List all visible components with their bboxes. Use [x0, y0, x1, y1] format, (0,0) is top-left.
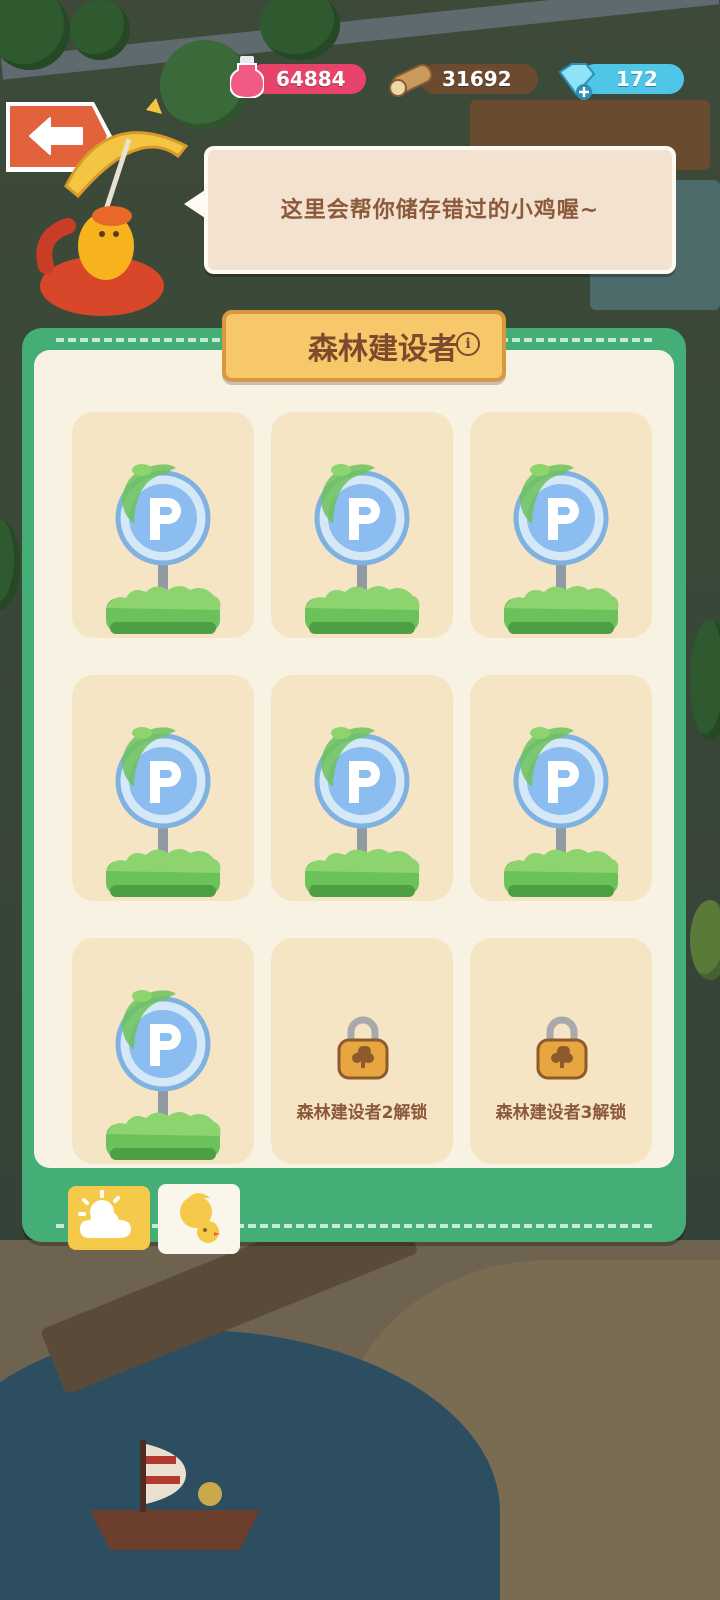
gem-counter: 172 [558, 63, 684, 100]
ship-icon [90, 1440, 260, 1550]
panel-title-tab: 森林建设者 i [222, 310, 506, 382]
lock-icon [534, 1014, 590, 1080]
speech-text: 这里会帮你储存错过的小鸡喔~ [280, 198, 600, 223]
tab-weather[interactable] [68, 1186, 150, 1250]
wood-log-icon [389, 64, 433, 97]
unlock-requirement-label: 森林建设者2解锁 [296, 1103, 428, 1123]
parking-sign-icon [301, 721, 423, 901]
parking-sign-icon [102, 458, 224, 638]
chick-character-icon [36, 98, 189, 316]
chick-icon [180, 1193, 220, 1243]
slot-2[interactable] [271, 412, 453, 638]
slot-7[interactable] [72, 938, 254, 1164]
slot-6[interactable] [470, 675, 652, 901]
lock-icon [335, 1014, 391, 1080]
potion-value: 64884 [276, 67, 346, 91]
potion-counter: 64884 [230, 56, 366, 98]
parking-sign-icon [500, 721, 622, 901]
slot-3[interactable] [470, 412, 652, 638]
gem-icon[interactable] [554, 58, 598, 102]
slot-5[interactable] [271, 675, 453, 901]
info-icon[interactable]: i [456, 332, 480, 356]
weather-icon [78, 1190, 131, 1238]
tab-chick[interactable] [158, 1184, 240, 1254]
slot-4[interactable] [72, 675, 254, 901]
panel-title: 森林建设者 [308, 332, 458, 367]
slot-1[interactable] [72, 412, 254, 638]
parking-sign-icon [301, 458, 423, 638]
slot-9-locked[interactable]: 森林建设者3解锁 [470, 938, 652, 1164]
gem-value: 172 [616, 67, 658, 91]
wood-counter: 31692 [389, 64, 538, 97]
potion-icon [230, 56, 264, 98]
wood-value: 31692 [442, 67, 512, 91]
parking-sign-icon [102, 721, 224, 901]
parking-sign-icon [500, 458, 622, 638]
unlock-requirement-label: 森林建设者3解锁 [495, 1103, 627, 1123]
speech-bubble: 这里会帮你储存错过的小鸡喔~ [204, 146, 676, 274]
slot-8-locked[interactable]: 森林建设者2解锁 [271, 938, 453, 1164]
parking-sign-icon [102, 984, 224, 1164]
